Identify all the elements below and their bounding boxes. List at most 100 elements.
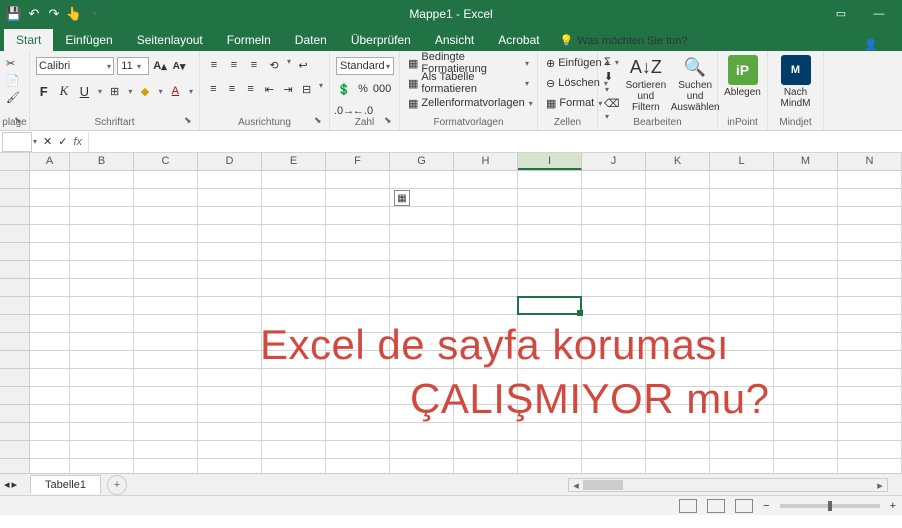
chevron-down-icon[interactable]: ▾ <box>137 62 141 71</box>
cell[interactable] <box>518 243 582 261</box>
tab-ansicht[interactable]: Ansicht <box>423 29 486 51</box>
cell[interactable] <box>838 351 902 369</box>
cell[interactable] <box>838 315 902 333</box>
worksheet-grid[interactable]: ABCDEFGHIJKLMN ▦ Excel de sayfa koruması… <box>0 153 902 473</box>
copy-icon[interactable]: 📄 <box>6 74 23 87</box>
column-header-F[interactable]: F <box>326 153 390 170</box>
cell[interactable] <box>134 315 198 333</box>
row-header[interactable] <box>0 351 30 369</box>
format-painter-icon[interactable]: 🖌 <box>6 91 23 104</box>
column-header-H[interactable]: H <box>454 153 518 170</box>
chevron-down-icon[interactable]: ▾ <box>128 87 132 96</box>
cell[interactable] <box>838 207 902 225</box>
cell[interactable] <box>134 333 198 351</box>
cell[interactable] <box>198 459 262 473</box>
cell[interactable] <box>582 279 646 297</box>
cell[interactable] <box>30 441 70 459</box>
cell[interactable] <box>838 423 902 441</box>
cell[interactable] <box>262 225 326 243</box>
zoom-slider[interactable] <box>780 504 880 508</box>
cell[interactable] <box>582 297 646 315</box>
cell[interactable] <box>198 351 262 369</box>
cell[interactable] <box>30 369 70 387</box>
row-header[interactable] <box>0 369 30 387</box>
cell[interactable] <box>838 171 902 189</box>
cell[interactable] <box>30 279 70 297</box>
row-header[interactable] <box>0 315 30 333</box>
cell[interactable] <box>30 225 70 243</box>
row-header[interactable] <box>0 405 30 423</box>
cell[interactable] <box>198 315 262 333</box>
cell[interactable] <box>198 225 262 243</box>
formula-input[interactable] <box>88 132 902 152</box>
cell[interactable] <box>30 459 70 473</box>
cell[interactable] <box>198 441 262 459</box>
increase-indent-icon[interactable]: ⇥ <box>281 81 296 97</box>
cell[interactable] <box>262 171 326 189</box>
qat-customize-icon[interactable]: ▾ <box>87 6 103 22</box>
cell[interactable] <box>262 279 326 297</box>
cell[interactable] <box>326 441 390 459</box>
redo-icon[interactable]: ↷ <box>46 6 62 22</box>
cell[interactable] <box>838 243 902 261</box>
cell[interactable] <box>70 351 134 369</box>
cell[interactable] <box>582 261 646 279</box>
cell[interactable] <box>646 189 710 207</box>
cell[interactable] <box>518 441 582 459</box>
cell[interactable] <box>454 297 518 315</box>
cell[interactable] <box>30 387 70 405</box>
cell[interactable] <box>30 189 70 207</box>
font-size-combo[interactable]: ▾ <box>117 57 149 75</box>
cell[interactable] <box>262 297 326 315</box>
cell[interactable] <box>774 441 838 459</box>
smart-tag-icon[interactable]: ▦ <box>394 190 410 206</box>
font-name-input[interactable] <box>39 60 106 72</box>
cell[interactable] <box>518 171 582 189</box>
font-launcher-icon[interactable]: ⬊ <box>184 115 196 127</box>
cell[interactable] <box>70 297 134 315</box>
align-center-icon[interactable]: ≡ <box>225 81 240 97</box>
cell[interactable] <box>262 423 326 441</box>
cell[interactable] <box>774 423 838 441</box>
cell[interactable] <box>262 261 326 279</box>
format-cells-button[interactable]: ▦ Format▾ <box>544 93 591 113</box>
cell[interactable] <box>646 243 710 261</box>
cell[interactable] <box>774 225 838 243</box>
cell[interactable] <box>262 243 326 261</box>
tab-acrobat[interactable]: Acrobat <box>486 29 551 51</box>
row-header[interactable] <box>0 333 30 351</box>
cell[interactable] <box>838 459 902 473</box>
cell[interactable] <box>454 279 518 297</box>
cell[interactable] <box>30 243 70 261</box>
cell[interactable] <box>838 297 902 315</box>
cell[interactable] <box>710 279 774 297</box>
cell[interactable] <box>198 171 262 189</box>
cell[interactable] <box>710 171 774 189</box>
cell[interactable] <box>518 279 582 297</box>
cell[interactable] <box>198 297 262 315</box>
fill-icon[interactable]: ⬇ ▾ <box>604 70 620 95</box>
decrease-indent-icon[interactable]: ⇤ <box>262 81 277 97</box>
cell[interactable] <box>134 351 198 369</box>
cell[interactable] <box>390 279 454 297</box>
accounting-icon[interactable]: 💲 <box>336 81 352 97</box>
cell[interactable] <box>710 189 774 207</box>
cell[interactable] <box>30 315 70 333</box>
cell[interactable] <box>710 297 774 315</box>
column-header-E[interactable]: E <box>262 153 326 170</box>
cut-icon[interactable]: ✂ <box>6 57 23 70</box>
cell[interactable] <box>518 189 582 207</box>
minimize-icon[interactable]: — <box>864 5 894 23</box>
row-header[interactable] <box>0 171 30 189</box>
wrap-text-icon[interactable]: ↩ <box>295 57 311 73</box>
insert-cells-button[interactable]: ⊕ Einfügen▾ <box>544 53 591 73</box>
cell[interactable] <box>838 369 902 387</box>
zoom-out-icon[interactable]: − <box>763 500 769 512</box>
cell[interactable] <box>774 297 838 315</box>
italic-button[interactable]: K <box>56 83 71 99</box>
cell[interactable] <box>198 369 262 387</box>
cell[interactable] <box>134 243 198 261</box>
cell[interactable] <box>774 459 838 473</box>
cell[interactable] <box>838 333 902 351</box>
row-header[interactable] <box>0 261 30 279</box>
